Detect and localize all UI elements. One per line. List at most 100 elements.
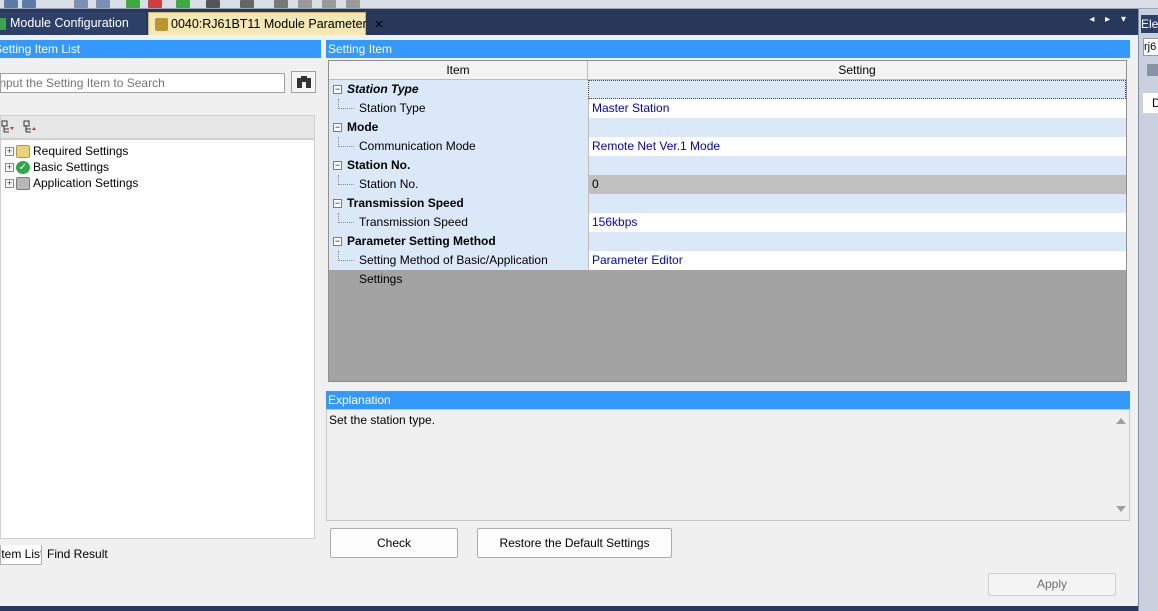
tab-navigation-icon[interactable]: ◂ ▸ ▾ — [1089, 14, 1130, 25]
search-input[interactable] — [0, 73, 285, 93]
setting-row[interactable]: Setting Method of Basic/Application Sett… — [329, 251, 1126, 286]
settings-icon — [16, 177, 30, 191]
setting-grid: Item Setting − Station Type Station Type … — [328, 60, 1127, 382]
toolbar-icon[interactable] — [4, 0, 18, 8]
check-button[interactable]: Check — [330, 528, 458, 558]
scroll-up-icon[interactable] — [1116, 418, 1126, 424]
item-label: Communication Mode — [359, 139, 476, 153]
setting-item-list-header: Setting Item List — [0, 40, 321, 58]
item-label: Transmission Speed — [359, 215, 468, 229]
top-toolbar — [0, 0, 1158, 9]
panel-header: Ele — [1141, 15, 1158, 33]
verify-icon[interactable] — [176, 0, 190, 8]
grid-header: Item Setting — [329, 61, 1126, 80]
module-configuration-icon — [0, 17, 6, 30]
explanation-panel: Set the station type. — [326, 409, 1130, 521]
toolbar-icon[interactable] — [74, 0, 88, 8]
toolbar-icon[interactable] — [274, 0, 288, 8]
explanation-scrollbar[interactable] — [1112, 410, 1129, 520]
toolbar-icon[interactable] — [22, 0, 36, 8]
tab-find-result[interactable]: Find Result — [44, 545, 108, 565]
tab-module-configuration[interactable]: Module Configuration — [0, 12, 146, 35]
tree-item-application-settings[interactable]: + Application Settings — [5, 175, 138, 191]
tree-connector — [338, 213, 354, 223]
column-header-setting: Setting — [838, 63, 876, 77]
setting-value-transmission-speed[interactable]: 156kbps — [588, 213, 1126, 232]
explanation-header: Explanation — [326, 391, 1130, 409]
category-label: Mode — [347, 120, 379, 134]
collapse-icon[interactable]: − — [333, 123, 342, 132]
tab-item-list[interactable]: Item List — [0, 545, 42, 565]
setting-value-station-no: 0 — [588, 175, 1126, 194]
collapse-icon[interactable]: − — [333, 85, 342, 94]
collapse-icon[interactable]: − — [333, 161, 342, 170]
focused-cell[interactable] — [588, 80, 1126, 99]
setting-row[interactable]: Station Type Master Station — [329, 99, 1126, 118]
bottom-border — [0, 606, 1138, 611]
collapse-icon[interactable]: − — [333, 199, 342, 208]
category-row[interactable]: − Mode — [329, 118, 1126, 137]
element-selection-panel: Ele rj6 D — [1138, 9, 1158, 611]
tab-module-parameter[interactable]: 0040:RJ61BT11 Module Parameter ✕ — [148, 12, 383, 35]
read-icon[interactable] — [148, 0, 162, 8]
setting-row[interactable]: Communication Mode Remote Net Ver.1 Mode — [329, 137, 1126, 156]
setting-item-header: Setting Item — [326, 40, 1130, 58]
category-row[interactable]: − Station No. — [329, 156, 1126, 175]
setting-row[interactable]: Transmission Speed 156kbps — [329, 213, 1126, 232]
expand-all-icon[interactable] — [1, 120, 15, 134]
module-parameter-icon — [155, 18, 168, 32]
left-panel-tabs: Item List Find Result — [0, 545, 321, 565]
zoom-icon[interactable] — [240, 0, 254, 8]
tree-connector — [338, 251, 354, 261]
folder-icon — [16, 145, 30, 159]
category-label: Station Type — [347, 82, 419, 96]
setting-value-parameter-setting-method[interactable]: Parameter Editor — [588, 251, 1126, 270]
item-label: Station Type — [359, 101, 426, 115]
apply-button[interactable]: Apply — [988, 573, 1116, 596]
toolbar-icon[interactable] — [96, 0, 110, 8]
collapse-icon[interactable]: − — [333, 237, 342, 246]
tab-label: 0040:RJ61BT11 Module Parameter — [171, 17, 367, 31]
setting-row[interactable]: Station No. 0 — [329, 175, 1126, 194]
search-icon[interactable] — [291, 71, 316, 93]
panel-search-field[interactable]: rj6 — [1143, 38, 1158, 56]
toolbar-icon[interactable] — [322, 0, 336, 8]
close-icon[interactable]: ✕ — [374, 19, 383, 31]
setting-item-tree: + Required Settings + ✓ Basic Settings + App… — [0, 139, 315, 539]
category-label: Transmission Speed — [347, 196, 464, 210]
category-row[interactable]: − Transmission Speed — [329, 194, 1126, 213]
toolbar-icon[interactable] — [298, 0, 312, 8]
tree-connector — [338, 175, 354, 185]
write-icon[interactable] — [126, 0, 140, 8]
setting-value-station-type[interactable]: Master Station — [588, 99, 1126, 118]
column-header-item: Item — [329, 61, 588, 80]
panel-toolbar-icon[interactable] — [1147, 64, 1158, 76]
tree-connector — [338, 137, 354, 147]
main-area: Setting Item List +Required Settings +✓B… — [0, 35, 1138, 606]
expand-icon[interactable]: + — [5, 179, 14, 189]
scroll-down-icon[interactable] — [1116, 506, 1126, 512]
expand-icon[interactable]: + — [5, 163, 14, 173]
check-icon: ✓ — [16, 161, 30, 175]
panel-tab[interactable]: D — [1143, 93, 1158, 113]
monitor-icon[interactable] — [206, 0, 220, 8]
tree-item-basic-settings[interactable]: + ✓ Basic Settings — [5, 159, 109, 175]
document-tab-bar: Module Configuration 0040:RJ61BT11 Modul… — [0, 9, 1138, 35]
expand-icon[interactable]: + — [5, 147, 14, 157]
tab-label: Module Configuration — [10, 16, 129, 30]
setting-value-communication-mode[interactable]: Remote Net Ver.1 Mode — [588, 137, 1126, 156]
tree-item-required-settings[interactable]: + Required Settings — [5, 143, 128, 159]
restore-default-settings-button[interactable]: Restore the Default Settings — [477, 528, 672, 558]
category-row[interactable]: − Station Type — [329, 80, 1126, 99]
item-label: Setting Method of Basic/Application Sett… — [359, 253, 548, 286]
item-label: Station No. — [359, 177, 419, 191]
collapse-all-icon[interactable] — [23, 120, 37, 134]
toolbar-icon[interactable] — [346, 0, 360, 8]
category-label: Parameter Setting Method — [347, 234, 496, 248]
tree-connector — [338, 99, 354, 109]
explanation-text: Set the station type. — [329, 413, 436, 427]
category-label: Station No. — [347, 158, 411, 172]
app-window: Module Configuration 0040:RJ61BT11 Modul… — [0, 0, 1158, 611]
tree-toolbar — [0, 115, 315, 139]
category-row[interactable]: − Parameter Setting Method — [329, 232, 1126, 251]
